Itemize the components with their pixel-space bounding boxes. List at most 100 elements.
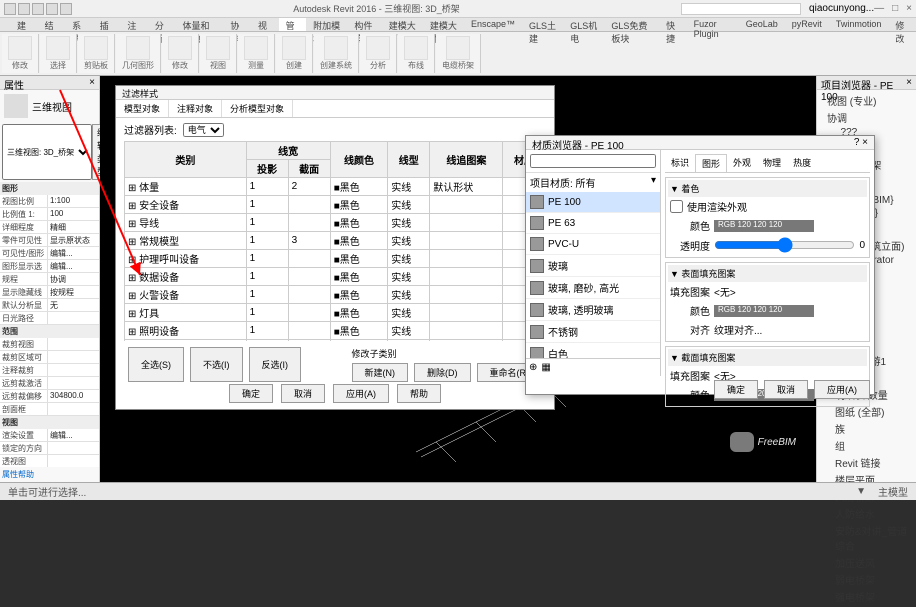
material-tab[interactable]: 图形 bbox=[695, 154, 727, 172]
category-row[interactable]: ⊞ 灯具1■黑色实线 bbox=[125, 304, 546, 322]
ribbon-tab[interactable]: 附加模块 bbox=[306, 18, 347, 31]
ribbon-tab[interactable]: 插入 bbox=[93, 18, 121, 31]
material-tab[interactable]: 标识 bbox=[665, 154, 695, 172]
ribbon-button[interactable] bbox=[8, 36, 32, 60]
tree-item[interactable]: 协调 bbox=[819, 109, 914, 126]
ribbon-tab[interactable]: GLS土建 bbox=[522, 18, 563, 31]
list-view-icon[interactable]: ▾ bbox=[651, 175, 656, 190]
tree-item[interactable]: 弱电桥架 bbox=[819, 571, 914, 588]
dialog-tab[interactable]: 模型对象 bbox=[116, 100, 169, 117]
ribbon-tab[interactable]: 协作 bbox=[223, 18, 251, 31]
category-row[interactable]: ⊞ 护理呼叫设备1■黑色实线 bbox=[125, 250, 546, 268]
material-item[interactable]: PE 63 bbox=[526, 213, 660, 234]
library-icon[interactable]: ▦ bbox=[541, 362, 550, 373]
tree-item[interactable]: 族 bbox=[819, 420, 914, 437]
dialog-button[interactable]: 帮助 bbox=[397, 384, 441, 403]
category-row[interactable]: ⊞ 常规模型13■黑色实线 bbox=[125, 232, 546, 250]
material-tab[interactable]: 物理 bbox=[757, 154, 787, 172]
category-row[interactable]: ⊞ 安全设备1■黑色实线 bbox=[125, 196, 546, 214]
design-option-dropdown[interactable]: 主模型 bbox=[878, 484, 908, 499]
categories-table[interactable]: 类别 线宽 线颜色 线型 线追图案 材质 投影 截面 ⊞ 体量12■黑色实线默认… bbox=[124, 141, 546, 341]
help-icon[interactable]: ? bbox=[854, 137, 860, 148]
user-name[interactable]: qiaocunyong... bbox=[809, 3, 874, 14]
ribbon-tab[interactable]: 结构 bbox=[38, 18, 66, 31]
prop-row[interactable]: 远剪裁激活 bbox=[0, 377, 99, 390]
ribbon-tab[interactable]: 建筑 bbox=[10, 18, 38, 31]
material-filter-dropdown[interactable]: 项目材质: 所有 bbox=[530, 175, 596, 190]
ribbon-tab[interactable]: GLS免费板块 bbox=[604, 18, 659, 31]
ribbon-tab[interactable]: 修改 bbox=[888, 18, 916, 31]
ribbon-tab[interactable]: 体量和场地 bbox=[175, 18, 223, 31]
dialog-button[interactable]: 确定 bbox=[714, 380, 758, 399]
tree-item[interactable]: 加压送风 bbox=[819, 554, 914, 571]
undo-icon[interactable] bbox=[32, 3, 44, 15]
ribbon-tab[interactable]: 分析 bbox=[148, 18, 176, 31]
dialog-tab[interactable]: 分析模型对象 bbox=[222, 100, 293, 117]
ribbon-tab[interactable]: Twinmotion bbox=[829, 18, 889, 31]
dialog-tab[interactable]: 注释对象 bbox=[169, 100, 222, 117]
material-tab[interactable]: 外观 bbox=[727, 154, 757, 172]
transparency-slider[interactable] bbox=[714, 237, 855, 253]
prop-row[interactable]: 详细程度精细 bbox=[0, 221, 99, 234]
material-item[interactable]: 不锈钢 bbox=[526, 321, 660, 343]
prop-section-header[interactable]: 范围 bbox=[0, 325, 99, 338]
save-icon[interactable] bbox=[18, 3, 30, 15]
shading-section[interactable]: ▼ 着色 bbox=[668, 180, 867, 197]
prop-row[interactable]: 剖面框 bbox=[0, 403, 99, 416]
cut-pattern-section[interactable]: ▼ 截面填充图案 bbox=[668, 349, 867, 366]
material-item[interactable]: 玻璃 bbox=[526, 255, 660, 277]
close-icon[interactable]: × bbox=[906, 77, 912, 88]
material-item[interactable]: PVC-U bbox=[526, 234, 660, 255]
tree-item[interactable]: 强电桥架 bbox=[819, 588, 914, 605]
prop-row[interactable]: 零件可见性显示原状态 bbox=[0, 234, 99, 247]
prop-row[interactable]: 远剪裁偏移304800.0 bbox=[0, 390, 99, 403]
maximize-icon[interactable]: □ bbox=[892, 3, 898, 14]
material-item[interactable]: 玻璃, 透明玻璃 bbox=[526, 299, 660, 321]
material-item[interactable]: 白色 bbox=[526, 343, 660, 358]
tree-item[interactable]: 视图 (专业) bbox=[819, 92, 914, 109]
tree-item[interactable]: 组 bbox=[819, 437, 914, 454]
dialog-button[interactable]: 反选(I) bbox=[249, 347, 302, 382]
use-render-appearance-checkbox[interactable] bbox=[670, 200, 683, 213]
dialog-button[interactable]: 应用(A) bbox=[814, 380, 870, 399]
category-row[interactable]: ⊞ 火警设备1■黑色实线 bbox=[125, 286, 546, 304]
ribbon-tab[interactable]: Enscape™ bbox=[464, 18, 522, 31]
shading-color-picker[interactable]: RGB 120 120 120 bbox=[714, 220, 814, 232]
ribbon-button[interactable] bbox=[404, 36, 428, 60]
prop-row[interactable]: 透视图 bbox=[0, 455, 99, 467]
ribbon-tab[interactable]: 管理 bbox=[279, 18, 307, 31]
ribbon-button[interactable] bbox=[206, 36, 230, 60]
category-row[interactable]: ⊞ 数据设备1■黑色实线 bbox=[125, 268, 546, 286]
surface-color-picker[interactable]: RGB 120 120 120 bbox=[714, 305, 814, 317]
ribbon-tab[interactable]: 建模大师 bbox=[382, 18, 423, 31]
prop-row[interactable]: 裁剪区域可见 bbox=[0, 351, 99, 364]
prop-row[interactable]: 裁剪视图 bbox=[0, 338, 99, 351]
ribbon-button[interactable] bbox=[46, 36, 70, 60]
ribbon-button[interactable] bbox=[366, 36, 390, 60]
material-tab[interactable]: 热度 bbox=[787, 154, 817, 172]
help-search-input[interactable] bbox=[681, 3, 801, 15]
dialog-button[interactable]: 新建(N) bbox=[352, 363, 409, 382]
add-material-icon[interactable]: ⊕ bbox=[529, 362, 537, 373]
ribbon-tab[interactable]: 视图 bbox=[251, 18, 279, 31]
redo-icon[interactable] bbox=[46, 3, 58, 15]
close-icon[interactable]: × bbox=[906, 3, 912, 14]
tree-item[interactable]: Revit 链接 bbox=[819, 454, 914, 471]
tree-item[interactable]: 人防给水 bbox=[819, 505, 914, 522]
surface-pattern-picker[interactable]: <无> bbox=[714, 284, 736, 299]
prop-row[interactable]: 视图比例1:100 bbox=[0, 195, 99, 208]
prop-row[interactable]: 注释裁剪 bbox=[0, 364, 99, 377]
selection-filter-icon[interactable]: ▼ bbox=[856, 486, 866, 497]
ribbon-button[interactable] bbox=[446, 36, 470, 60]
dialog-button[interactable]: 取消 bbox=[281, 384, 325, 403]
tree-item[interactable]: 安防&对讲_管道综合 bbox=[819, 522, 914, 554]
surface-pattern-section[interactable]: ▼ 表面填充图案 bbox=[668, 265, 867, 282]
texture-alignment-button[interactable]: 纹理对齐... bbox=[714, 322, 762, 337]
prop-row[interactable]: 日光路径 bbox=[0, 312, 99, 325]
prop-row[interactable]: 比例值 1:100 bbox=[0, 208, 99, 221]
ribbon-button[interactable] bbox=[324, 36, 348, 60]
prop-row[interactable]: 默认分析显示无 bbox=[0, 299, 99, 312]
properties-help-link[interactable]: 属性帮助 bbox=[0, 467, 99, 482]
ribbon-tab[interactable]: GLS机电 bbox=[563, 18, 604, 31]
prop-row[interactable]: 锁定的方向 bbox=[0, 442, 99, 455]
